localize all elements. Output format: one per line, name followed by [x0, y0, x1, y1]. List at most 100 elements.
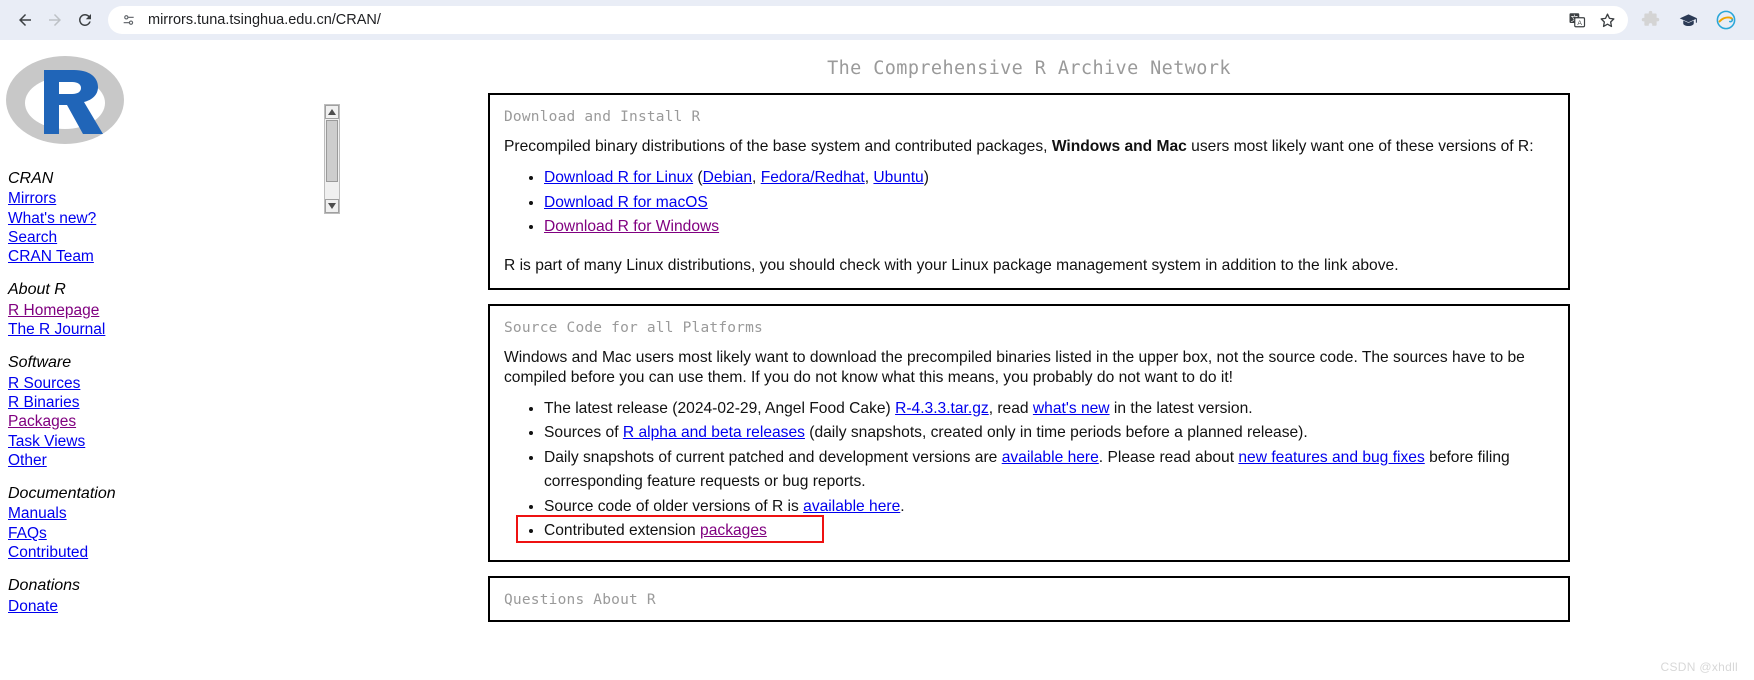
page-viewport: CRAN Mirrors What's new? Search CRAN Tea…	[0, 40, 1754, 680]
scroll-down-arrow-icon[interactable]	[325, 199, 339, 213]
main-content: The Comprehensive R Archive Network Down…	[488, 40, 1570, 680]
link-r-tar-gz[interactable]: R-4.3.3.tar.gz	[895, 400, 989, 417]
sidebar-link-packages[interactable]: Packages	[8, 412, 76, 431]
extensions-area	[1638, 8, 1744, 32]
link-download-r-windows[interactable]: Download R for Windows	[544, 218, 719, 235]
nav-group-documentation: Documentation Manuals FAQs Contributed	[8, 484, 322, 562]
nav-group-donations: Donations Donate	[8, 576, 322, 616]
source-code-box: Source Code for all Platforms Windows an…	[488, 303, 1570, 562]
text: Source code of older versions of R is	[544, 497, 804, 515]
link-alpha-beta-releases[interactable]: R alpha and beta releases	[623, 424, 805, 441]
list-item: The latest release (2024-02-29, Angel Fo…	[544, 397, 1560, 422]
browser-toolbar: mirrors.tuna.tsinghua.edu.cn/CRAN/ 文 A	[0, 0, 1754, 40]
puzzle-extension-icon[interactable]	[1638, 8, 1662, 32]
nav-heading: Documentation	[8, 485, 116, 503]
link-download-r-linux[interactable]: Download R for Linux	[544, 169, 693, 186]
bookmark-star-icon[interactable]	[1594, 7, 1620, 33]
sidebar-link-search[interactable]: Search	[8, 228, 57, 247]
nav-group-software: Software R Sources R Binaries Packages T…	[8, 353, 322, 470]
text: Sources of	[544, 424, 623, 441]
sidebar-link-donate[interactable]: Donate	[8, 597, 58, 616]
text: . Please read about	[1098, 448, 1239, 466]
cran-sidebar: CRAN Mirrors What's new? Search CRAN Tea…	[0, 40, 322, 680]
graduation-cap-icon[interactable]	[1676, 8, 1700, 32]
sidebar-link-whats-new[interactable]: What's new?	[8, 209, 96, 228]
link-whats-new[interactable]: what's new	[1033, 400, 1110, 417]
paren-open: (	[693, 169, 703, 186]
paren-close: )	[923, 169, 929, 186]
swirl-extension-icon[interactable]	[1714, 8, 1738, 32]
nav-group-cran: CRAN Mirrors What's new? Search CRAN Tea…	[8, 169, 322, 266]
intro-text-before: Precompiled binary distributions of the …	[504, 138, 1052, 155]
text: .	[900, 497, 905, 515]
download-install-box: Download and Install R Precompiled binar…	[488, 93, 1570, 290]
box-title-download: Download and Install R	[504, 109, 701, 125]
list-item-contributed-packages: Contributed extension packages	[516, 515, 1560, 544]
nav-heading: About R	[8, 281, 66, 299]
text: in the latest version.	[1109, 399, 1253, 417]
link-fedora-redhat[interactable]: Fedora/Redhat	[761, 169, 865, 186]
sidebar-link-mirrors[interactable]: Mirrors	[8, 189, 56, 208]
omnibox-actions: 文 A	[1564, 7, 1622, 33]
list-item: Download R for macOS	[544, 191, 1560, 216]
address-bar[interactable]: mirrors.tuna.tsinghua.edu.cn/CRAN/ 文 A	[108, 6, 1628, 34]
sidebar-link-the-r-journal[interactable]: The R Journal	[8, 320, 105, 339]
back-button[interactable]	[10, 5, 40, 35]
intro-text-bold: Windows and Mac	[1051, 138, 1187, 155]
box-title-questions: Questions About R	[504, 591, 656, 608]
sidebar-link-r-sources[interactable]: R Sources	[8, 374, 80, 393]
forward-arrow-icon	[46, 11, 64, 29]
link-ubuntu[interactable]: Ubuntu	[873, 169, 923, 186]
site-settings-icon[interactable]	[118, 9, 140, 31]
list-item: Download R for Linux (Debian, Fedora/Red…	[544, 166, 1560, 191]
reload-icon	[76, 11, 94, 29]
sidebar-link-cran-team[interactable]: CRAN Team	[8, 247, 94, 266]
sidebar-nav: CRAN Mirrors What's new? Search CRAN Tea…	[0, 163, 322, 616]
list-item: Sources of R alpha and beta releases (da…	[544, 421, 1560, 446]
link-download-r-macos[interactable]: Download R for macOS	[544, 194, 708, 211]
sidebar-link-task-views[interactable]: Task Views	[8, 432, 85, 451]
link-packages[interactable]: packages	[700, 522, 767, 539]
text: (daily snapshots, created only in time p…	[804, 424, 1308, 441]
sidebar-link-r-binaries[interactable]: R Binaries	[8, 393, 80, 412]
sidebar-link-r-homepage[interactable]: R Homepage	[8, 301, 99, 320]
sidebar-link-contributed[interactable]: Contributed	[8, 543, 88, 562]
forward-button[interactable]	[40, 5, 70, 35]
source-links-list: The latest release (2024-02-29, Angel Fo…	[498, 397, 1560, 544]
list-item: Download R for Windows	[544, 215, 1560, 240]
scroll-up-arrow-icon[interactable]	[325, 105, 339, 119]
list-item: Daily snapshots of current patched and d…	[544, 446, 1560, 495]
nav-heading: CRAN	[8, 170, 54, 187]
nav-heading: Donations	[8, 577, 81, 595]
sidebar-link-manuals[interactable]: Manuals	[8, 504, 67, 523]
intro-text-after: users most likely want one of these vers…	[1186, 138, 1534, 155]
sidebar-link-other[interactable]: Other	[8, 451, 47, 470]
questions-about-r-box: Questions About R	[488, 575, 1570, 622]
download-links-list: Download R for Linux (Debian, Fedora/Red…	[498, 166, 1560, 240]
nav-heading: Software	[8, 354, 72, 372]
link-new-features-bug-fixes[interactable]: new features and bug fixes	[1238, 449, 1424, 466]
scrollbar-thumb[interactable]	[326, 120, 338, 182]
sep: ,	[752, 169, 761, 186]
translate-icon[interactable]: 文 A	[1564, 7, 1590, 33]
text: Daily snapshots of current patched and d…	[544, 448, 1002, 466]
sidebar-link-faqs[interactable]: FAQs	[8, 524, 47, 543]
link-snapshots-available-here[interactable]: available here	[1002, 449, 1099, 466]
text: Contributed extension	[544, 522, 701, 539]
reload-button[interactable]	[70, 5, 100, 35]
back-arrow-icon	[16, 11, 34, 29]
download-footer-paragraph: R is part of many Linux distributions, y…	[504, 256, 1399, 274]
frame-scrollbar[interactable]	[324, 104, 340, 214]
page-title: The Comprehensive R Archive Network	[827, 58, 1231, 79]
svg-text:A: A	[1577, 20, 1582, 27]
csdn-watermark: CSDN @xhdll	[1660, 660, 1738, 674]
nav-group-about-r: About R R Homepage The R Journal	[8, 280, 322, 339]
download-intro-paragraph: Precompiled binary distributions of the …	[498, 125, 1560, 157]
box-title-source: Source Code for all Platforms	[504, 319, 763, 336]
source-intro-paragraph: Windows and Mac users most likely want t…	[504, 348, 1525, 386]
link-older-versions-available-here[interactable]: available here	[803, 498, 900, 515]
list-item: Source code of older versions of R is av…	[544, 495, 1560, 520]
text: The latest release (2024-02-29, Angel Fo…	[544, 399, 896, 417]
link-debian[interactable]: Debian	[703, 169, 752, 186]
url-text[interactable]: mirrors.tuna.tsinghua.edu.cn/CRAN/	[140, 12, 1564, 28]
